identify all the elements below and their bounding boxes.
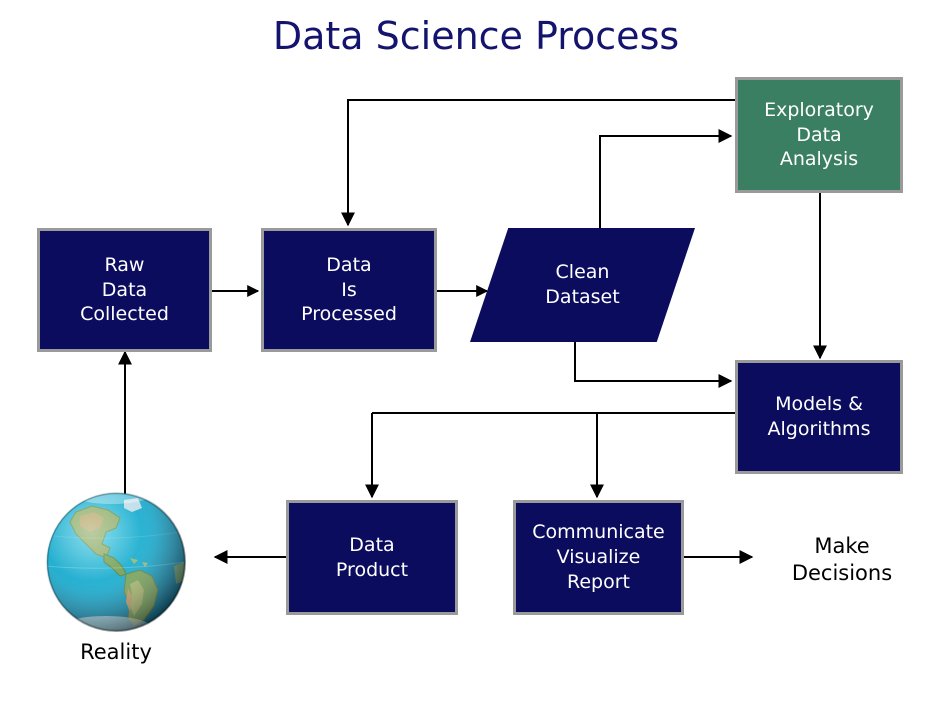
node-exploratory-data-analysis[interactable]: Exploratory Data Analysis	[735, 77, 903, 193]
edge-clean-to-models	[574, 342, 733, 388]
node-communicate-visualize-report-label: Communicate Visualize Report	[532, 521, 665, 593]
node-communicate-visualize-report[interactable]: Communicate Visualize Report	[513, 500, 684, 615]
node-models-algorithms[interactable]: Models & Algorithms	[735, 360, 903, 474]
edge-eda-to-processed	[341, 99, 735, 227]
node-data-is-processed-label: Data Is Processed	[301, 253, 397, 326]
node-clean-dataset-label: Clean Dataset	[545, 261, 620, 308]
diagram-canvas: Data Science Process Raw Data Collected …	[0, 0, 952, 712]
node-raw-data-collected-label: Raw Data Collected	[80, 253, 169, 326]
page-title: Data Science Process	[272, 14, 680, 58]
node-clean-dataset[interactable]: Clean Dataset	[470, 228, 695, 342]
node-raw-data-collected[interactable]: Raw Data Collected	[37, 228, 212, 352]
node-data-product-label: Data Product	[335, 533, 409, 581]
label-reality: Reality	[80, 640, 152, 664]
edge-clean-to-eda	[599, 129, 733, 228]
label-make-decisions: Make Decisions	[791, 534, 893, 586]
node-exploratory-data-analysis-label: Exploratory Data Analysis	[764, 98, 874, 171]
node-data-product[interactable]: Data Product	[286, 500, 458, 615]
node-data-is-processed[interactable]: Data Is Processed	[261, 228, 437, 352]
globe-icon	[46, 492, 186, 632]
node-models-algorithms-label: Models & Algorithms	[767, 393, 871, 440]
